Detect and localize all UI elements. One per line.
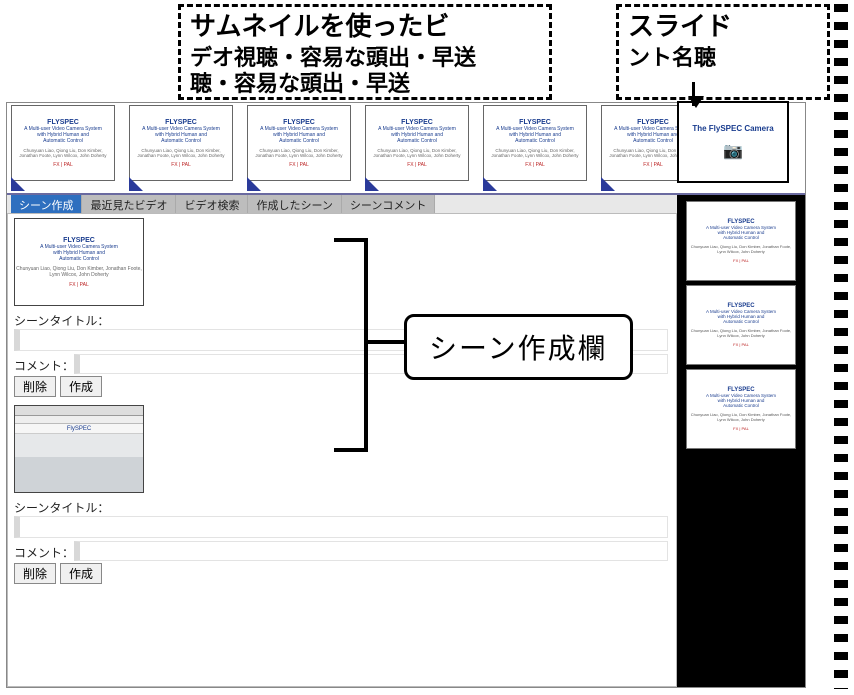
scene-thumbnail[interactable]: FlySPEC	[14, 405, 144, 493]
camera-icon: 📷	[723, 141, 743, 161]
tab-video-search[interactable]: ビデオ検索	[176, 195, 248, 213]
thumbnail-item[interactable]: FLYSPEC A Multi-user Video Camera System…	[247, 105, 353, 191]
comment-label: コメント：	[14, 544, 74, 561]
annotation-bracket	[334, 238, 368, 452]
progress-marker-icon	[365, 177, 379, 191]
slide-list-item[interactable]: FLYSPEC A Multi-user Video Camera System…	[686, 369, 796, 449]
comment-label: コメント：	[14, 357, 74, 374]
delete-button[interactable]: 削除	[14, 376, 56, 397]
annotation-arrow-down	[692, 82, 695, 106]
annotation-leader-line	[368, 340, 404, 344]
thumbnail-item[interactable]: FLYSPEC A Multi-user Video Camera System…	[365, 105, 471, 191]
annotation-text-line2b: 聴・容易な頭出・早送	[190, 70, 410, 98]
progress-marker-icon	[483, 177, 497, 191]
annotation-right-dashes	[834, 4, 848, 689]
annotation-text-right2: ント名聴	[628, 44, 716, 72]
annotation-callout-label: シーン作成欄	[404, 314, 633, 380]
thumbnail-item[interactable]: FLYSPEC A Multi-user Video Camera System…	[11, 105, 117, 191]
thumbnail-item[interactable]: FLYSPEC A Multi-user Video Camera System…	[129, 105, 235, 191]
annotation-text-right1: スライド	[628, 10, 732, 43]
room-brand: FlySPEC	[15, 424, 143, 434]
tab-created-scene[interactable]: 作成したシーン	[248, 195, 341, 213]
thumb-logo: FX | PAL	[53, 162, 73, 168]
slide-list-column: FLYSPEC A Multi-user Video Camera System…	[677, 195, 805, 687]
tab-scene-comment[interactable]: シーンコメント	[342, 195, 435, 213]
progress-marker-icon	[11, 177, 25, 191]
scene-title-label: シーンタイトル：	[14, 499, 668, 516]
annotation-text-line1: サムネイルを使ったビ	[190, 10, 449, 43]
thumbnail-item-selected[interactable]: The FlySPEC Camera 📷	[677, 101, 807, 193]
thumb-title: FLYSPEC	[47, 119, 79, 126]
thumb-meta: Chunyuan Liao, Qiong Liu, Don Kimber, Jo…	[14, 148, 112, 158]
app-window: FLYSPEC A Multi-user Video Camera System…	[6, 102, 806, 688]
delete-button[interactable]: 削除	[14, 563, 56, 584]
tab-scene-create[interactable]: シーン作成	[11, 195, 82, 213]
tab-recent-video[interactable]: 最近見たビデオ	[82, 195, 176, 213]
main-columns: シーン作成 最近見たビデオ ビデオ検索 作成したシーン シーンコメント FLYS…	[7, 195, 805, 687]
progress-marker-icon	[247, 177, 261, 191]
progress-marker-icon	[601, 177, 615, 191]
progress-marker-icon	[129, 177, 143, 191]
selected-thumb-title: The FlySPEC Camera	[692, 124, 773, 133]
scene-thumbnail[interactable]: FLYSPEC A Multi-user Video Camera System…	[14, 218, 144, 306]
tab-bar: シーン作成 最近見たビデオ ビデオ検索 作成したシーン シーンコメント	[7, 195, 677, 213]
slide-list-item[interactable]: FLYSPEC A Multi-user Video Camera System…	[686, 285, 796, 365]
slide-list-item[interactable]: FLYSPEC A Multi-user Video Camera System…	[686, 201, 796, 281]
thumb-sub3: Automatic Control	[43, 138, 83, 144]
annotation-text-line2a: デオ視聴・容易な頭出・早送	[190, 44, 476, 72]
create-button[interactable]: 作成	[60, 376, 102, 397]
scene-title-input[interactable]	[14, 516, 668, 538]
thumbnail-item[interactable]: FLYSPEC A Multi-user Video Camera System…	[483, 105, 589, 191]
create-button[interactable]: 作成	[60, 563, 102, 584]
comment-input[interactable]	[74, 541, 668, 561]
